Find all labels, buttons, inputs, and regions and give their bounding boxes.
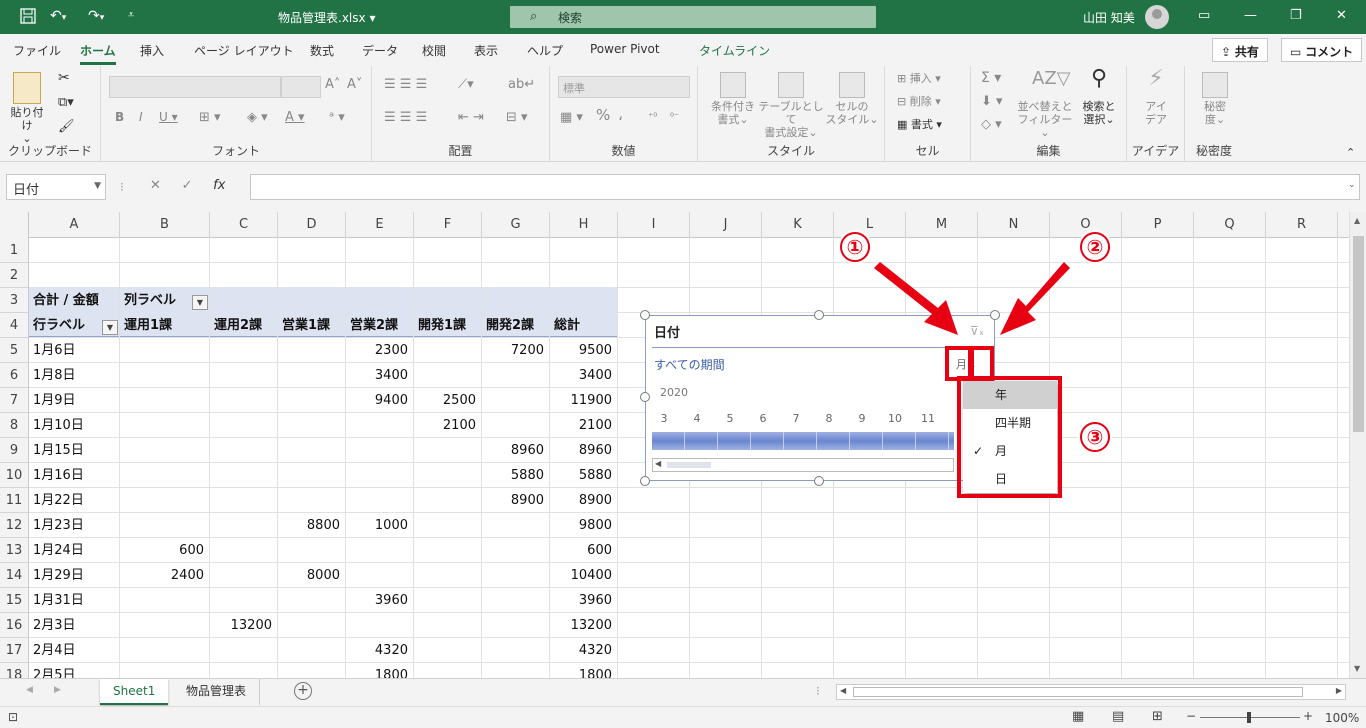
zoom-out-icon[interactable]: −: [1186, 709, 1196, 723]
zoom-slider-thumb[interactable]: [1247, 712, 1251, 723]
scroll-left-icon[interactable]: ◀: [840, 686, 846, 695]
callout-2: ②: [1080, 232, 1110, 262]
scroll-right-icon[interactable]: ▶: [1336, 686, 1342, 695]
zoom-level[interactable]: 100%: [1325, 711, 1359, 725]
macro-record-icon[interactable]: ⊡: [8, 710, 18, 724]
prev-sheet-icon[interactable]: ◀: [26, 685, 33, 695]
sheet-tab-sheet1[interactable]: Sheet1: [100, 679, 169, 705]
sheet-tab-inventory[interactable]: 物品管理表: [173, 679, 261, 705]
page-break-view-icon[interactable]: ⊞: [1152, 709, 1163, 724]
status-bar: ⊡ ▦ ▤ ⊞ − + 100%: [0, 706, 1366, 728]
callout-3: ③: [1080, 422, 1110, 452]
page-layout-view-icon[interactable]: ▤: [1112, 709, 1124, 724]
horizontal-scroll-thumb[interactable]: [853, 687, 1303, 697]
next-sheet-icon[interactable]: ▶: [54, 685, 61, 695]
annotation-arrows: [874, 262, 1070, 335]
sheet-tab-bar: ◀ ▶ Sheet1 物品管理表 + ⁝ ◀ ▶: [0, 678, 1366, 706]
split-handle-icon[interactable]: ⁝: [816, 684, 820, 698]
new-sheet-icon[interactable]: +: [294, 682, 312, 700]
normal-view-icon[interactable]: ▦: [1072, 709, 1084, 724]
callout-1: ①: [840, 232, 870, 262]
horizontal-scrollbar[interactable]: ◀ ▶: [836, 684, 1346, 700]
zoom-in-icon[interactable]: +: [1303, 709, 1313, 723]
